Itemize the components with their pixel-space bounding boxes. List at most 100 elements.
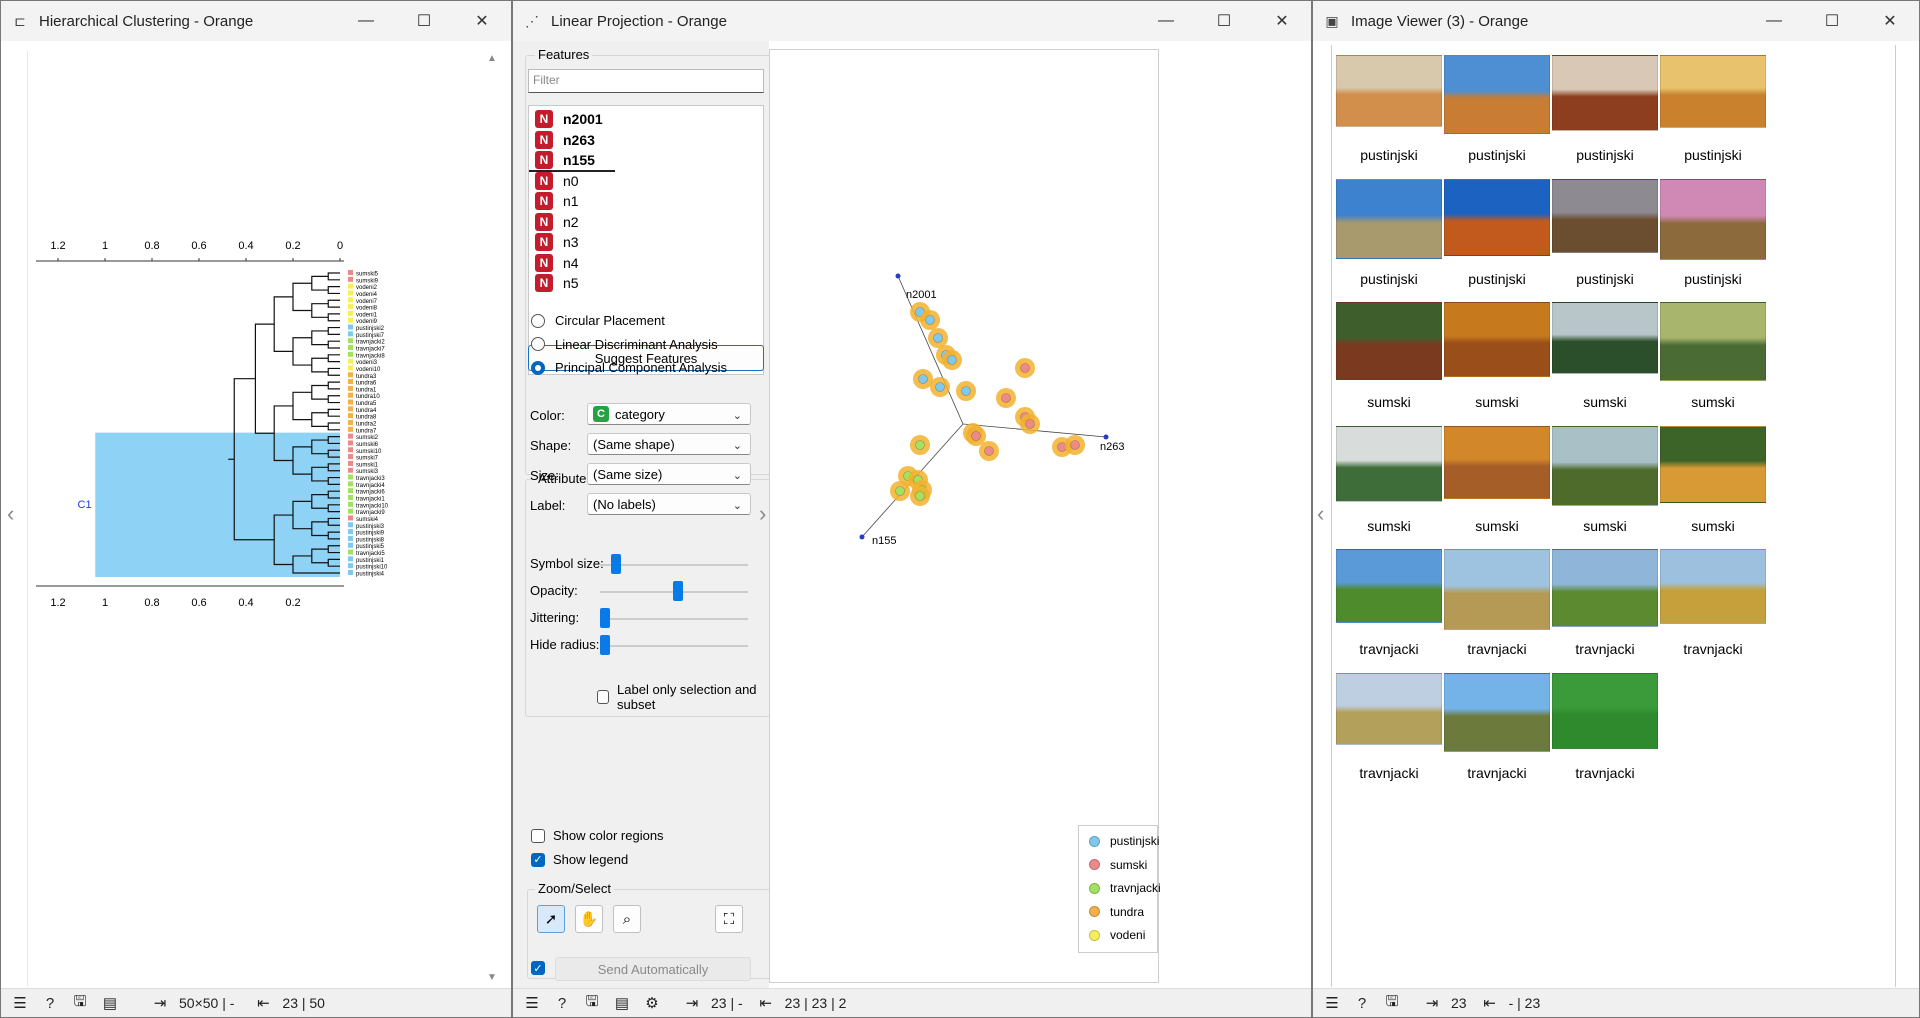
data-point[interactable] (961, 386, 971, 396)
send-auto-checkbox[interactable]: ✓ (531, 961, 553, 975)
cluster-highlight[interactable] (95, 432, 340, 577)
feature-item-1[interactable]: Nn263 (535, 129, 595, 151)
filter-input[interactable]: Filter (528, 69, 764, 93)
report-icon[interactable]: ▤ (99, 994, 121, 1012)
legend[interactable]: pustinjski sumski travnjacki tundra vodeni (1078, 825, 1161, 953)
leaf-label[interactable]: pustinjski1 (356, 558, 385, 564)
maximize-button[interactable]: ☐ (1803, 1, 1861, 41)
leaf-label[interactable]: pustinjski3 (356, 524, 385, 530)
close-button[interactable]: ✕ (1253, 1, 1311, 41)
select-pointer-icon[interactable]: ➚ (537, 905, 565, 933)
leaf-label[interactable]: tundra3 (356, 374, 377, 380)
leaf-label[interactable]: tundra2 (356, 422, 377, 428)
show-legend-box[interactable]: ✓ (531, 852, 545, 867)
minimize-button[interactable]: — (1745, 1, 1803, 41)
leaf-label[interactable]: travnjacki4 (356, 483, 385, 489)
image-thumbnail-20[interactable]: travnjacki (1336, 669, 1442, 817)
leaf-label[interactable]: travnjacki3 (356, 476, 385, 482)
feature-item-4[interactable]: Nn1 (535, 190, 579, 212)
leaf-label[interactable]: tundra8 (356, 415, 377, 421)
radio-indicator[interactable] (531, 337, 545, 351)
data-point[interactable] (1001, 393, 1011, 403)
slider-2[interactable] (600, 608, 748, 628)
fit-view-icon[interactable]: ⛶ (715, 905, 743, 933)
leaf-label[interactable]: pustinjski5 (356, 544, 385, 550)
menu-icon[interactable]: ☰ (9, 994, 31, 1012)
collapse-left-arrow-icon[interactable]: ‹ (7, 501, 14, 527)
image-preview[interactable] (1336, 55, 1442, 127)
image-thumbnail-19[interactable]: travnjacki (1660, 545, 1766, 693)
visual-settings-icon[interactable]: ⚙ (641, 994, 663, 1012)
save-icon[interactable]: 🖫 (1381, 991, 1403, 1016)
close-button[interactable]: ✕ (1861, 1, 1919, 41)
leaf-label[interactable]: travnjacki2 (356, 340, 385, 346)
data-point[interactable] (1020, 363, 1030, 373)
leaf-label[interactable]: sumski9 (356, 278, 379, 284)
image-preview[interactable] (1552, 672, 1658, 749)
leaf-label[interactable]: vodeni2 (356, 285, 378, 291)
save-icon[interactable]: 🖫 (581, 991, 603, 1016)
leaf-label[interactable]: travnjacki8 (356, 353, 385, 359)
send-automatically-button[interactable]: Send Automatically (555, 957, 751, 981)
leaf-label[interactable]: sumski5 (356, 272, 379, 278)
data-point[interactable] (1070, 440, 1080, 450)
attr-combo-1[interactable]: (Same shape) ⌄ (587, 433, 751, 455)
placement-radio-0[interactable]: Circular Placement (531, 313, 665, 328)
leaf-label[interactable]: sumski1 (356, 462, 379, 468)
attr-combo-2[interactable]: (Same size) ⌄ (587, 463, 751, 485)
image-preview[interactable] (1552, 549, 1658, 627)
placement-radio-2[interactable]: Principal Component Analysis (531, 360, 727, 375)
data-point[interactable] (915, 491, 925, 501)
data-point[interactable] (895, 486, 905, 496)
leaf-label[interactable]: tundra10 (356, 394, 380, 400)
leaf-label[interactable]: vodeni8 (356, 306, 378, 312)
image-preview[interactable] (1336, 549, 1442, 623)
leaf-label[interactable]: tundra4 (356, 408, 377, 414)
data-point[interactable] (935, 382, 945, 392)
minimize-button[interactable]: — (1137, 1, 1195, 41)
image-preview[interactable] (1444, 672, 1550, 752)
leaf-label[interactable]: pustinjski10 (356, 565, 388, 571)
image-preview[interactable] (1552, 178, 1658, 253)
data-point[interactable] (915, 440, 925, 450)
image-preview[interactable] (1660, 549, 1766, 624)
collapse-left-arrow-icon[interactable]: ‹ (1317, 501, 1324, 527)
image-preview[interactable] (1660, 425, 1766, 503)
report-icon[interactable]: ▤ (611, 994, 633, 1012)
image-preview[interactable] (1552, 425, 1658, 506)
show-color-regions-box[interactable] (531, 828, 545, 843)
send-auto-box[interactable]: ✓ (531, 961, 545, 975)
show-legend-checkbox[interactable]: ✓ Show legend (531, 852, 628, 867)
label-only-selection-checkbox[interactable]: Label only selection and subset (597, 682, 769, 712)
radio-indicator[interactable] (531, 313, 545, 328)
zoom-magnifier-icon[interactable]: ⌕ (613, 905, 641, 933)
leaf-label[interactable]: pustinjski7 (356, 333, 385, 339)
anchor-point[interactable] (1103, 434, 1109, 440)
anchor-point[interactable] (859, 534, 865, 540)
leaf-label[interactable]: travnjacki10 (356, 503, 389, 509)
leaf-label[interactable]: sumski6 (356, 442, 379, 448)
anchor-point[interactable] (895, 273, 901, 279)
image-thumbnail-21[interactable]: travnjacki (1444, 669, 1550, 817)
help-icon[interactable]: ? (551, 995, 573, 1012)
leaf-label[interactable]: vodeni9 (356, 319, 378, 325)
leaf-label[interactable]: vodeni10 (356, 367, 381, 373)
feature-item-7[interactable]: Nn4 (535, 252, 579, 274)
leaf-label[interactable]: tundra1 (356, 387, 377, 393)
feature-list[interactable]: Nn2001 Nn263 Nn155 Nn0 Nn1 Nn2 Nn3 Nn4 Nn5 (528, 105, 764, 375)
feature-item-8[interactable]: Nn5 (535, 272, 579, 294)
leaf-label[interactable]: travnjacki9 (356, 510, 385, 516)
slider-thumb[interactable] (600, 608, 610, 628)
slider-thumb[interactable] (673, 581, 684, 601)
dendrogram-canvas[interactable]: 1.2 1 0.8 0.6 0.4 0.2 0 1.2 1 0.8 0.6 0.4 0.2 C1 sumsk… (27, 51, 502, 986)
minimize-button[interactable]: — (337, 1, 395, 41)
leaf-label[interactable]: tundra6 (356, 381, 377, 387)
data-point[interactable] (918, 374, 928, 384)
maximize-button[interactable]: ☐ (1195, 1, 1253, 41)
collapse-panel-arrow-icon[interactable]: › (759, 501, 766, 527)
maximize-button[interactable]: ☐ (395, 1, 453, 41)
image-preview[interactable] (1552, 55, 1658, 131)
image-preview[interactable] (1660, 302, 1766, 381)
leaf-label[interactable]: travnjacki6 (356, 490, 385, 496)
leaf-label[interactable]: travnjacki7 (356, 347, 385, 353)
